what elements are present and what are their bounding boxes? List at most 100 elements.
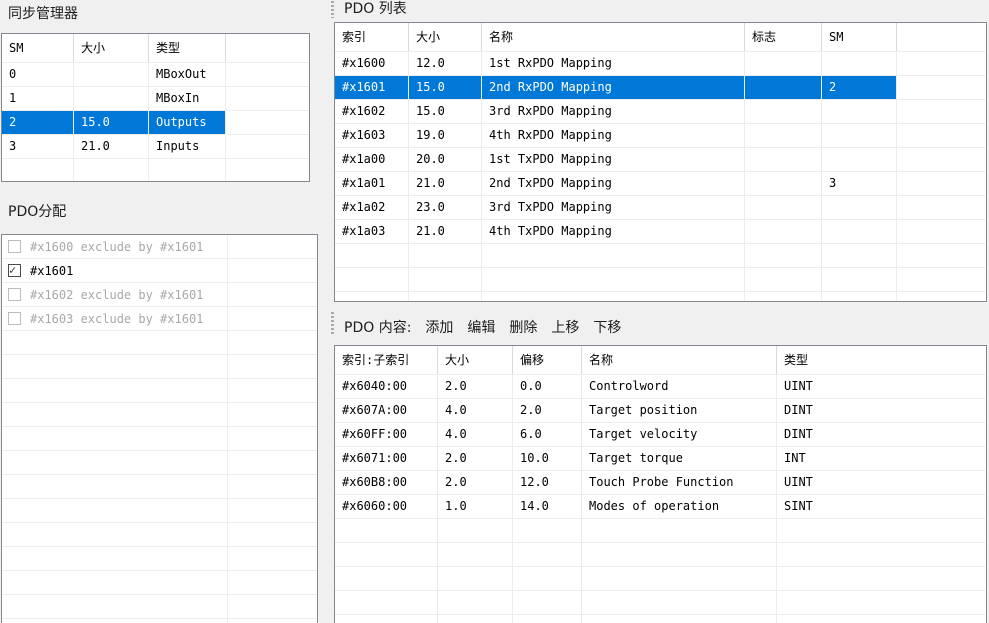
cell-size: 20.0: [409, 148, 482, 171]
pdo-content-row[interactable]: #x60FF:00 4.0 6.0 Target velocity DINT: [335, 423, 986, 447]
sync-row[interactable]: 0 MBoxOut: [2, 63, 309, 87]
checkbox-unchecked-icon[interactable]: [8, 288, 21, 301]
cell-offset: 0.0: [513, 375, 582, 398]
pdo-list-row[interactable]: #x1a02 23.0 3rd TxPDO Mapping: [335, 196, 986, 220]
pdo-assign-title: PDO分配: [8, 201, 66, 221]
add-button[interactable]: 添加: [425, 317, 453, 337]
pdo-content-row[interactable]: #x6040:00 2.0 0.0 Controlword UINT: [335, 375, 986, 399]
cell-size: 23.0: [409, 196, 482, 219]
column-header-size[interactable]: 大小: [409, 23, 482, 51]
empty-row: [2, 427, 317, 451]
pdo-list-row[interactable]: #x1603 19.0 4th RxPDO Mapping: [335, 124, 986, 148]
pdo-assign-item[interactable]: #x1601: [2, 259, 317, 283]
toolstrip-gripper[interactable]: [331, 312, 334, 336]
pdo-assign-item[interactable]: #x1600 exclude by #x1601: [2, 235, 317, 259]
column-header-index-subindex[interactable]: 索引:子索引: [335, 346, 438, 374]
sync-row-selected[interactable]: 2 15.0 Outputs: [2, 111, 309, 135]
pdo-assign-label: #x1600 exclude by #x1601: [30, 240, 203, 254]
pdo-list-row[interactable]: #x1602 15.0 3rd RxPDO Mapping: [335, 100, 986, 124]
sync-row[interactable]: 1 MBoxIn: [2, 87, 309, 111]
cell-type: MBoxOut: [149, 63, 226, 86]
sync-row[interactable]: 3 21.0 Inputs: [2, 135, 309, 159]
cell-flags: [745, 52, 822, 75]
sync-manager-header: SM 大小 类型: [2, 34, 309, 63]
cell-sm: 0: [2, 63, 74, 86]
cell-type: UINT: [777, 471, 986, 494]
column-header-size[interactable]: 大小: [74, 34, 149, 62]
cell-filler: [897, 148, 986, 171]
pdo-list-table: 索引 大小 名称 标志 SM #x1600 12.0 1st RxPDO Map…: [334, 22, 987, 302]
edit-button[interactable]: 编辑: [467, 317, 495, 337]
cell-name: 4th RxPDO Mapping: [482, 124, 745, 147]
empty-row: [2, 331, 317, 355]
delete-button[interactable]: 删除: [509, 317, 537, 337]
cell-offset: 12.0: [513, 471, 582, 494]
cell-offset: 14.0: [513, 495, 582, 518]
cell-offset: 2.0: [513, 399, 582, 422]
column-header-name[interactable]: 名称: [482, 23, 745, 51]
column-header-name[interactable]: 名称: [582, 346, 777, 374]
empty-row: [2, 159, 309, 182]
cell-sm: 1: [2, 87, 74, 110]
cell-size: 19.0: [409, 124, 482, 147]
cell-flags: [745, 100, 822, 123]
empty-row: [2, 403, 317, 427]
cell-filler: [897, 124, 986, 147]
column-header-index[interactable]: 索引: [335, 23, 409, 51]
cell-sm: 2: [2, 111, 74, 134]
pdo-assign-item[interactable]: #x1603 exclude by #x1601: [2, 307, 317, 331]
checkbox-unchecked-icon[interactable]: [8, 312, 21, 325]
pdo-list-row[interactable]: #x1a03 21.0 4th TxPDO Mapping: [335, 220, 986, 244]
empty-row: [335, 519, 986, 543]
column-header-type[interactable]: 类型: [777, 346, 986, 374]
checkbox-checked-icon[interactable]: [8, 264, 21, 277]
column-header-type[interactable]: 类型: [149, 34, 226, 62]
column-header-empty: [897, 23, 986, 51]
pdo-list-row[interactable]: #x1a01 21.0 2nd TxPDO Mapping 3: [335, 172, 986, 196]
cell-filler: [228, 259, 317, 282]
toolstrip-gripper[interactable]: [331, 1, 334, 18]
pdo-content-title: PDO 内容:: [344, 317, 411, 337]
cell-filler: [897, 196, 986, 219]
pdo-config-panel: 同步管理器 SM 大小 类型 0 MBoxOut 1 MBoxIn 2 15.0…: [0, 0, 989, 623]
empty-row: [335, 292, 986, 302]
cell-filler: [226, 159, 309, 182]
pdo-list-row[interactable]: #x1a00 20.0 1st TxPDO Mapping: [335, 148, 986, 172]
cell-index: #x1a03: [335, 220, 409, 243]
pdo-content-row[interactable]: #x6060:00 1.0 14.0 Modes of operation SI…: [335, 495, 986, 519]
pdo-content-row[interactable]: #x60B8:00 2.0 12.0 Touch Probe Function …: [335, 471, 986, 495]
cell-flags: [745, 148, 822, 171]
sync-manager-title: 同步管理器: [8, 3, 78, 23]
column-header-flags[interactable]: 标志: [745, 23, 822, 51]
cell-sm: 3: [2, 135, 74, 158]
cell-size: 15.0: [74, 111, 149, 134]
cell-index: #x1601: [335, 76, 409, 99]
pdo-assign-item[interactable]: #x1602 exclude by #x1601: [2, 283, 317, 307]
cell-size: 21.0: [74, 135, 149, 158]
checkbox-unchecked-icon[interactable]: [8, 240, 21, 253]
cell-size: 12.0: [409, 52, 482, 75]
column-header-offset[interactable]: 偏移: [513, 346, 582, 374]
cell-index: #x1602: [335, 100, 409, 123]
empty-row: [335, 543, 986, 567]
empty-row: [335, 615, 986, 623]
cell-type: DINT: [777, 423, 986, 446]
cell-size: 4.0: [438, 423, 513, 446]
cell-index: #x60FF:00: [335, 423, 438, 446]
move-down-button[interactable]: 下移: [593, 317, 621, 337]
empty-row: [2, 595, 317, 619]
pdo-list-row-selected[interactable]: #x1601 15.0 2nd RxPDO Mapping 2: [335, 76, 986, 100]
cell-filler: [228, 307, 317, 330]
cell-name: 1st RxPDO Mapping: [482, 52, 745, 75]
cell-size: 15.0: [409, 100, 482, 123]
cell-filler: [897, 100, 986, 123]
pdo-content-table: 索引:子索引 大小 偏移 名称 类型 #x6040:00 2.0 0.0 Con…: [334, 345, 987, 623]
column-header-sm[interactable]: SM: [2, 34, 74, 62]
pdo-list-row[interactable]: #x1600 12.0 1st RxPDO Mapping: [335, 52, 986, 76]
column-header-sm[interactable]: SM: [822, 23, 897, 51]
column-header-size[interactable]: 大小: [438, 346, 513, 374]
pdo-content-row[interactable]: #x6071:00 2.0 10.0 Target torque INT: [335, 447, 986, 471]
move-up-button[interactable]: 上移: [551, 317, 579, 337]
pdo-content-row[interactable]: #x607A:00 4.0 2.0 Target position DINT: [335, 399, 986, 423]
cell-flags: [745, 76, 822, 99]
